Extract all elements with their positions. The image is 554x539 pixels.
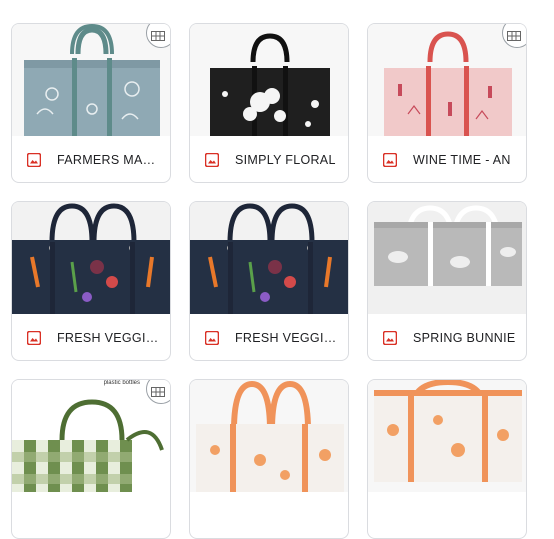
- image-file-icon: [205, 331, 219, 345]
- file-caption: FRESH VEGGIES: [190, 314, 348, 360]
- file-caption: SIMPLY FLORAL: [190, 136, 348, 182]
- image-thumbnail: [12, 24, 170, 136]
- file-caption: FRESH VEGGIES: [12, 314, 170, 360]
- file-caption: SPRING BUNNIE: [368, 314, 526, 360]
- photo-caption-text: plastic bottles: [103, 380, 140, 386]
- file-name: FRESH VEGGIES: [57, 331, 162, 345]
- file-card[interactable]: FRESH VEGGIES: [189, 201, 349, 361]
- file-caption: WINE TIME - AN: [368, 136, 526, 182]
- image-file-icon: [383, 331, 397, 345]
- file-name: FRESH VEGGIES: [235, 331, 340, 345]
- file-grid: FARMERS MARKET SIMPLY FLORAL: [0, 0, 554, 539]
- file-card[interactable]: SIMPLY FLORAL: [189, 23, 349, 183]
- image-file-icon: [205, 153, 219, 167]
- file-card[interactable]: [189, 379, 349, 539]
- file-card[interactable]: [367, 379, 527, 539]
- file-card[interactable]: WINE TIME - AN: [367, 23, 527, 183]
- image-thumbnail: plastic bottles: [12, 380, 170, 492]
- file-name: SIMPLY FLORAL: [235, 153, 336, 167]
- image-thumbnail: [368, 380, 526, 492]
- image-thumbnail: [368, 202, 526, 314]
- file-card[interactable]: FARMERS MARKET: [11, 23, 171, 183]
- file-name: WINE TIME - AN: [413, 153, 511, 167]
- file-name: SPRING BUNNIE: [413, 331, 516, 345]
- file-name: FARMERS MARKET: [57, 153, 162, 167]
- image-file-icon: [27, 331, 41, 345]
- image-thumbnail: [190, 380, 348, 492]
- image-thumbnail: [12, 202, 170, 314]
- image-thumbnail: [190, 202, 348, 314]
- image-file-icon: [27, 153, 41, 167]
- file-card[interactable]: plastic bottles: [11, 379, 171, 539]
- image-thumbnail: [190, 24, 348, 136]
- file-card[interactable]: SPRING BUNNIE: [367, 201, 527, 361]
- image-thumbnail: [368, 24, 526, 136]
- file-caption: FARMERS MARKET: [12, 136, 170, 182]
- file-card[interactable]: FRESH VEGGIES: [11, 201, 171, 361]
- image-file-icon: [383, 153, 397, 167]
